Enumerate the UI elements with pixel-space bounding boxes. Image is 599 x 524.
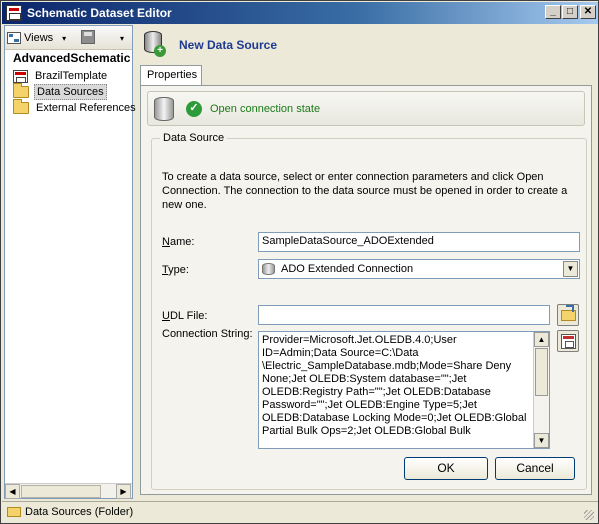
maximize-button[interactable]: □ xyxy=(562,5,578,19)
page-title: New Data Source xyxy=(179,38,278,52)
tree-item-brazil-template[interactable]: BrazilTemplate xyxy=(13,68,109,84)
folder-icon xyxy=(13,83,29,98)
data-source-group: Data Source To create a data source, sel… xyxy=(151,132,587,490)
folder-icon xyxy=(13,99,29,114)
tree-item-external-references[interactable]: External References xyxy=(13,99,138,116)
views-dropdown-icon[interactable]: ▾ xyxy=(62,34,66,43)
connection-builder-button[interactable] xyxy=(557,330,579,352)
template-icon xyxy=(13,69,28,83)
window-title: Schematic Dataset Editor xyxy=(27,6,172,20)
tree-item-label: BrazilTemplate xyxy=(35,70,108,82)
add-icon: + xyxy=(154,45,166,57)
scroll-right-icon[interactable]: ▶ xyxy=(116,484,131,499)
name-field[interactable]: SampleDataSource_ADOExtended xyxy=(258,232,580,252)
connection-string-label: Connection String: xyxy=(162,328,253,340)
views-icon xyxy=(7,32,21,44)
properties-pane: + New Data Source Properties ✓ Open conn… xyxy=(136,25,596,499)
connection-state-text: Open connection state xyxy=(210,103,321,115)
status-text: Data Sources (Folder) xyxy=(25,506,134,518)
connection-string-field[interactable]: Provider=Microsoft.Jet.OLEDB.4.0;User ID… xyxy=(258,331,550,449)
save-icon[interactable] xyxy=(81,30,95,44)
folder-icon xyxy=(7,507,21,517)
connection-string-scrollbar[interactable]: ▲ ▼ xyxy=(533,332,549,448)
new-data-source-icon: + xyxy=(142,29,166,59)
tree-root-advanced-schematic[interactable]: AdvancedSchematic xyxy=(13,51,130,65)
browse-udl-button[interactable] xyxy=(557,304,579,326)
connection-string-text: Provider=Microsoft.Jet.OLEDB.4.0;User ID… xyxy=(262,334,527,437)
toolbar-menu-icon[interactable]: ▾ xyxy=(120,34,124,43)
tree-item-label: External References xyxy=(36,102,136,114)
resize-grip-icon[interactable] xyxy=(584,510,594,520)
type-select-value: ADO Extended Connection xyxy=(281,263,414,275)
check-icon: ✓ xyxy=(186,101,202,117)
schematic-app-icon xyxy=(6,5,22,21)
name-label: Name: xyxy=(162,236,195,248)
scroll-left-icon[interactable]: ◀ xyxy=(5,484,20,499)
views-button[interactable]: Views ▾ xyxy=(7,29,66,47)
tree-item-data-sources[interactable]: Data Sources xyxy=(13,83,107,100)
group-title: Data Source xyxy=(160,132,228,144)
database-icon xyxy=(154,97,174,121)
connection-state-bar: ✓ Open connection state xyxy=(147,91,585,126)
scroll-down-icon[interactable]: ▼ xyxy=(534,433,549,448)
ado-connection-icon xyxy=(262,263,275,275)
type-select[interactable]: ADO Extended Connection ▼ xyxy=(258,259,580,279)
minimize-button[interactable]: _ xyxy=(545,5,561,19)
connection-builder-icon xyxy=(561,334,576,349)
tab-properties[interactable]: Properties xyxy=(140,65,202,86)
ok-button[interactable]: OK xyxy=(404,457,488,480)
scroll-up-icon[interactable]: ▲ xyxy=(534,332,549,347)
tree-pane: Views ▾ ▾ AdvancedSchematic BrazilTempla… xyxy=(4,25,136,499)
udl-file-field[interactable] xyxy=(258,305,550,325)
title-bar[interactable]: Schematic Dataset Editor _ □ ✕ xyxy=(2,2,598,24)
type-label: Type: xyxy=(162,264,189,276)
scroll-thumb[interactable] xyxy=(535,348,548,396)
description-text: To create a data source, select or enter… xyxy=(162,171,568,211)
open-folder-icon xyxy=(561,305,576,321)
tree-item-label: Data Sources xyxy=(34,84,107,100)
udl-file-label: UDL File: xyxy=(162,310,208,322)
close-button[interactable]: ✕ xyxy=(580,5,596,19)
chevron-down-icon[interactable]: ▼ xyxy=(563,261,578,277)
views-label: Views xyxy=(24,32,54,44)
schematic-dataset-editor-window: Schematic Dataset Editor _ □ ✕ Views ▾ ▾… xyxy=(0,0,599,524)
properties-panel: ✓ Open connection state Data Source To c… xyxy=(140,85,592,495)
status-bar: Data Sources (Folder) xyxy=(2,501,598,523)
tree-toolbar: Views ▾ ▾ xyxy=(5,26,132,50)
scroll-thumb[interactable] xyxy=(21,485,101,498)
tree-horizontal-scrollbar[interactable]: ◀ ▶ xyxy=(5,483,132,499)
cancel-button[interactable]: Cancel xyxy=(495,457,575,480)
